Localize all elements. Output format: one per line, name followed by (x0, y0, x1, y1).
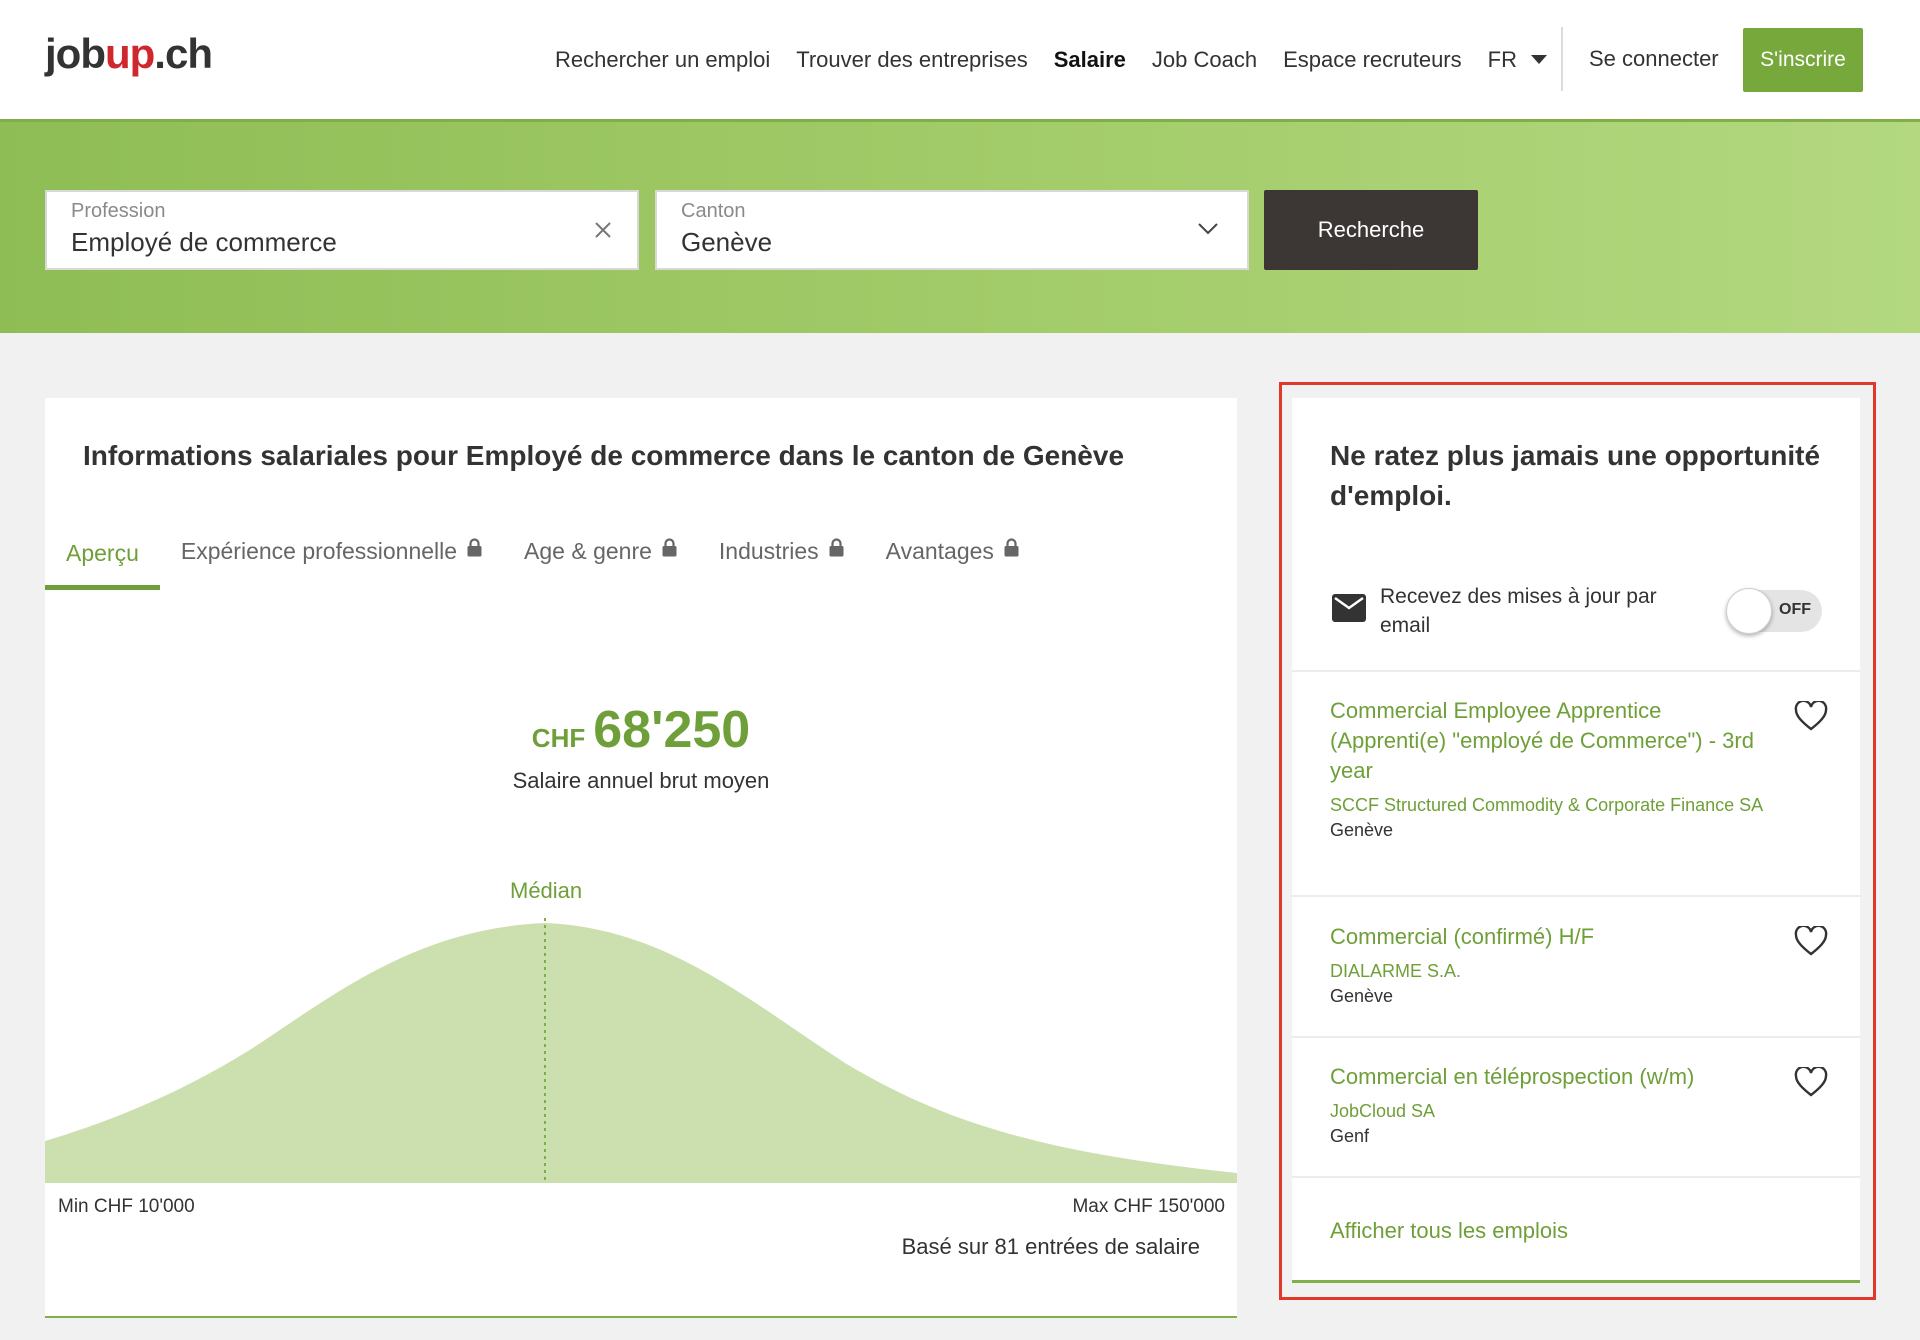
email-alert-toggle[interactable]: OFF (1726, 588, 1822, 634)
email-alert-text: Recevez des mises à jour par email (1380, 585, 1657, 637)
median-label: Médian (510, 878, 583, 903)
nav-search-jobs[interactable]: Rechercher un emploi (555, 47, 770, 73)
language-selector[interactable]: FR (1488, 47, 1547, 73)
job-company[interactable]: DIALARME S.A. (1330, 958, 1770, 984)
nav-job-coach[interactable]: Job Coach (1152, 47, 1257, 73)
profession-input[interactable]: Profession Employé de commerce (45, 190, 639, 270)
job-item: Commercial Employee Apprentice (Apprenti… (1330, 696, 1770, 842)
max-salary-label: Max CHF 150'000 (1072, 1196, 1225, 1217)
tab-experience[interactable]: Expérience professionnelle (160, 516, 503, 586)
search-button[interactable]: Recherche (1264, 190, 1478, 270)
salary-info-card: Informations salariales pour Employé de … (45, 398, 1237, 1318)
tab-benefits[interactable]: Avantages (865, 516, 1040, 586)
average-salary: CHF 68'250 (45, 700, 1237, 760)
profession-value[interactable]: Employé de commerce (71, 227, 613, 258)
canton-select[interactable]: Canton Genève (655, 190, 1249, 270)
chevron-down-icon[interactable] (1197, 222, 1219, 236)
salary-amount-label: Salaire annuel brut moyen (512, 768, 770, 793)
job-location: Genève (1330, 820, 1394, 840)
nav-recruiters[interactable]: Espace recruteurs (1283, 47, 1462, 73)
toggle-knob (1726, 588, 1772, 634)
nav-divider (1561, 27, 1563, 91)
toggle-state: OFF (1779, 601, 1811, 618)
divider (1292, 1036, 1860, 1038)
divider (1292, 670, 1860, 672)
envelope-icon (1332, 594, 1366, 622)
heart-icon[interactable] (1794, 701, 1828, 732)
salary-entries-count: Basé sur 81 entrées de salaire (901, 1234, 1200, 1259)
lock-icon (662, 537, 677, 556)
show-all-jobs-link[interactable]: Afficher tous les emplois (1330, 1218, 1568, 1244)
job-alert-title: Ne ratez plus jamais une opportunité d'e… (1330, 440, 1821, 511)
salary-currency: CHF (531, 723, 586, 753)
job-title[interactable]: Commercial en téléprospection (w/m) (1330, 1062, 1770, 1092)
job-company[interactable]: JobCloud SA (1330, 1098, 1770, 1124)
distribution-area (45, 923, 1237, 1183)
profession-label: Profession (71, 200, 166, 222)
nav-salary[interactable]: Salaire (1054, 47, 1126, 73)
job-item: Commercial (confirmé) H/F DIALARME S.A. … (1330, 922, 1770, 1008)
site-header: jobup.ch Rechercher un emploi Trouver de… (0, 0, 1920, 122)
signup-button[interactable]: S'inscrire (1743, 28, 1863, 92)
tab-industries[interactable]: Industries (698, 516, 865, 586)
job-company[interactable]: SCCF Structured Commodity & Corporate Fi… (1330, 792, 1770, 818)
salary-distribution-curve (45, 918, 1237, 1183)
salary-tabs: Aperçu Expérience professionnelle Age & … (45, 516, 1040, 590)
job-location: Genève (1330, 986, 1394, 1006)
divider (1292, 895, 1860, 897)
job-title[interactable]: Commercial Employee Apprentice (Apprenti… (1330, 696, 1770, 786)
caret-down-icon (1530, 55, 1547, 64)
lock-icon (1004, 537, 1019, 556)
close-icon[interactable] (593, 220, 613, 240)
login-link[interactable]: Se connecter (1589, 46, 1719, 72)
search-band: Profession Employé de commerce Canton Ge… (0, 122, 1920, 333)
tab-overview[interactable]: Aperçu (45, 516, 160, 590)
heart-icon[interactable] (1794, 1067, 1828, 1098)
salary-amount: 68'250 (593, 701, 751, 759)
heart-icon[interactable] (1794, 926, 1828, 957)
salary-card-title: Informations salariales pour Employé de … (83, 440, 1125, 471)
job-alert-card: Ne ratez plus jamais une opportunité d'e… (1292, 398, 1860, 1283)
job-item: Commercial en téléprospection (w/m) JobC… (1330, 1062, 1770, 1148)
job-title[interactable]: Commercial (confirmé) H/F (1330, 922, 1770, 952)
canton-value[interactable]: Genève (681, 227, 1223, 258)
main-nav: Rechercher un emploi Trouver des entrepr… (555, 0, 1547, 119)
canton-label: Canton (681, 200, 746, 222)
min-salary-label: Min CHF 10'000 (58, 1196, 195, 1217)
jobup-logo[interactable]: jobup.ch (45, 30, 213, 78)
job-location: Genf (1330, 1126, 1370, 1146)
lock-icon (829, 537, 844, 556)
tab-age-gender[interactable]: Age & genre (503, 516, 698, 586)
divider (1292, 1176, 1860, 1178)
nav-find-companies[interactable]: Trouver des entreprises (796, 47, 1028, 73)
lock-icon (467, 537, 482, 556)
